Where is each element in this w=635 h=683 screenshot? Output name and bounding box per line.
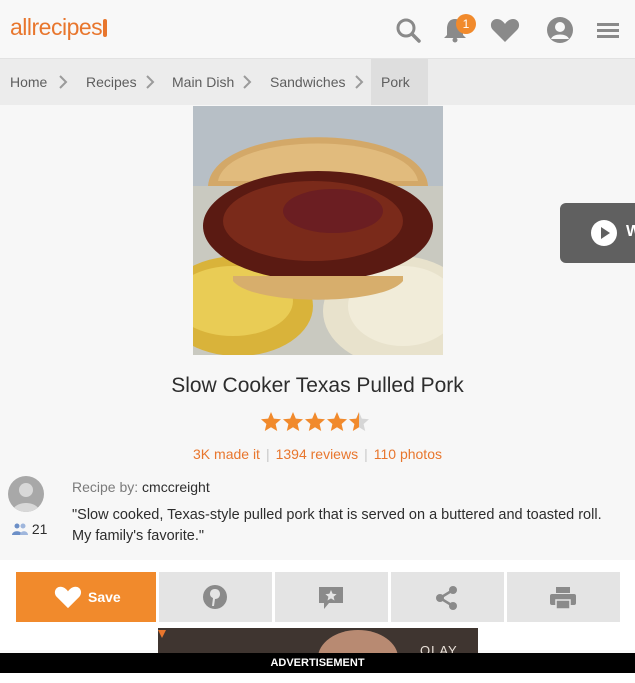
photos-link[interactable]: 110 photos: [374, 446, 442, 462]
star-icon: [283, 412, 303, 431]
recipe-description: "Slow cooked, Texas-style pulled pork th…: [72, 507, 602, 544]
video-label: W: [626, 223, 635, 240]
pulled-pork-sandwich-image: [193, 106, 443, 355]
save-button[interactable]: Save: [16, 572, 156, 622]
menu-icon[interactable]: [595, 16, 621, 44]
followers-icon: [12, 523, 28, 535]
logo-text: allrecipes: [10, 14, 103, 40]
chevron-right-icon: [146, 75, 155, 89]
star-half-icon: [349, 412, 369, 431]
share-button[interactable]: [391, 572, 504, 622]
watch-video-button[interactable]: W: [560, 203, 635, 263]
author-name[interactable]: cmccreight: [142, 479, 210, 495]
breadcrumb-recipes[interactable]: Recipes: [86, 74, 137, 90]
author-avatar[interactable]: [8, 476, 44, 512]
breadcrumb-pork[interactable]: Pork: [371, 59, 428, 105]
print-button[interactable]: [507, 572, 620, 622]
play-icon: [591, 220, 617, 246]
breadcrumb: Home Recipes Main Dish Sandwiches Pork: [0, 59, 635, 105]
print-icon: [550, 587, 576, 610]
breadcrumb-main-dish[interactable]: Main Dish: [172, 74, 234, 90]
pin-icon: [203, 585, 227, 609]
heart-icon: [54, 586, 82, 609]
recipe-author: Recipe by: cmccreight: [72, 479, 210, 495]
heart-icon[interactable]: [489, 16, 521, 44]
star-icon: [261, 412, 281, 431]
divider: |: [265, 446, 270, 462]
page-bottom: [0, 673, 635, 683]
chevron-right-icon: [59, 75, 68, 89]
chevron-right-icon: [243, 75, 252, 89]
top-nav: allrecipes 1: [0, 0, 635, 59]
followers-number: 21: [31, 521, 48, 537]
followers-count[interactable]: 21: [12, 521, 47, 537]
notification-badge: 1: [456, 14, 476, 34]
review-icon: [319, 587, 343, 609]
star-icon: [305, 412, 325, 431]
rating-stars[interactable]: [260, 410, 372, 434]
search-icon[interactable]: [394, 16, 422, 44]
star-icon: [327, 412, 347, 431]
advertisement-label: ADVERTISEMENT: [0, 653, 635, 673]
save-label: Save: [88, 589, 121, 605]
recipe-stats: 3K made it | 1394 reviews | 110 photos: [0, 446, 635, 462]
breadcrumb-pork-label: Pork: [381, 74, 410, 90]
reviews-link[interactable]: 1394 reviews: [276, 446, 359, 462]
recipe-photo[interactable]: [193, 106, 443, 355]
chevron-right-icon: [355, 75, 364, 89]
share-icon: [436, 586, 457, 610]
recipe-title: Slow Cooker Texas Pulled Pork: [171, 374, 464, 397]
review-button[interactable]: [275, 572, 388, 622]
breadcrumb-home[interactable]: Home: [10, 74, 47, 90]
logo[interactable]: allrecipes: [10, 14, 108, 41]
pin-button[interactable]: [159, 572, 272, 622]
spoon-icon: [103, 19, 108, 37]
divider: |: [364, 446, 368, 462]
author-prefix: Recipe by:: [72, 479, 139, 495]
profile-icon: [12, 483, 40, 512]
profile-icon[interactable]: [546, 16, 574, 44]
made-it-link[interactable]: 3K made it: [193, 446, 260, 462]
breadcrumb-sandwiches[interactable]: Sandwiches: [270, 74, 346, 90]
